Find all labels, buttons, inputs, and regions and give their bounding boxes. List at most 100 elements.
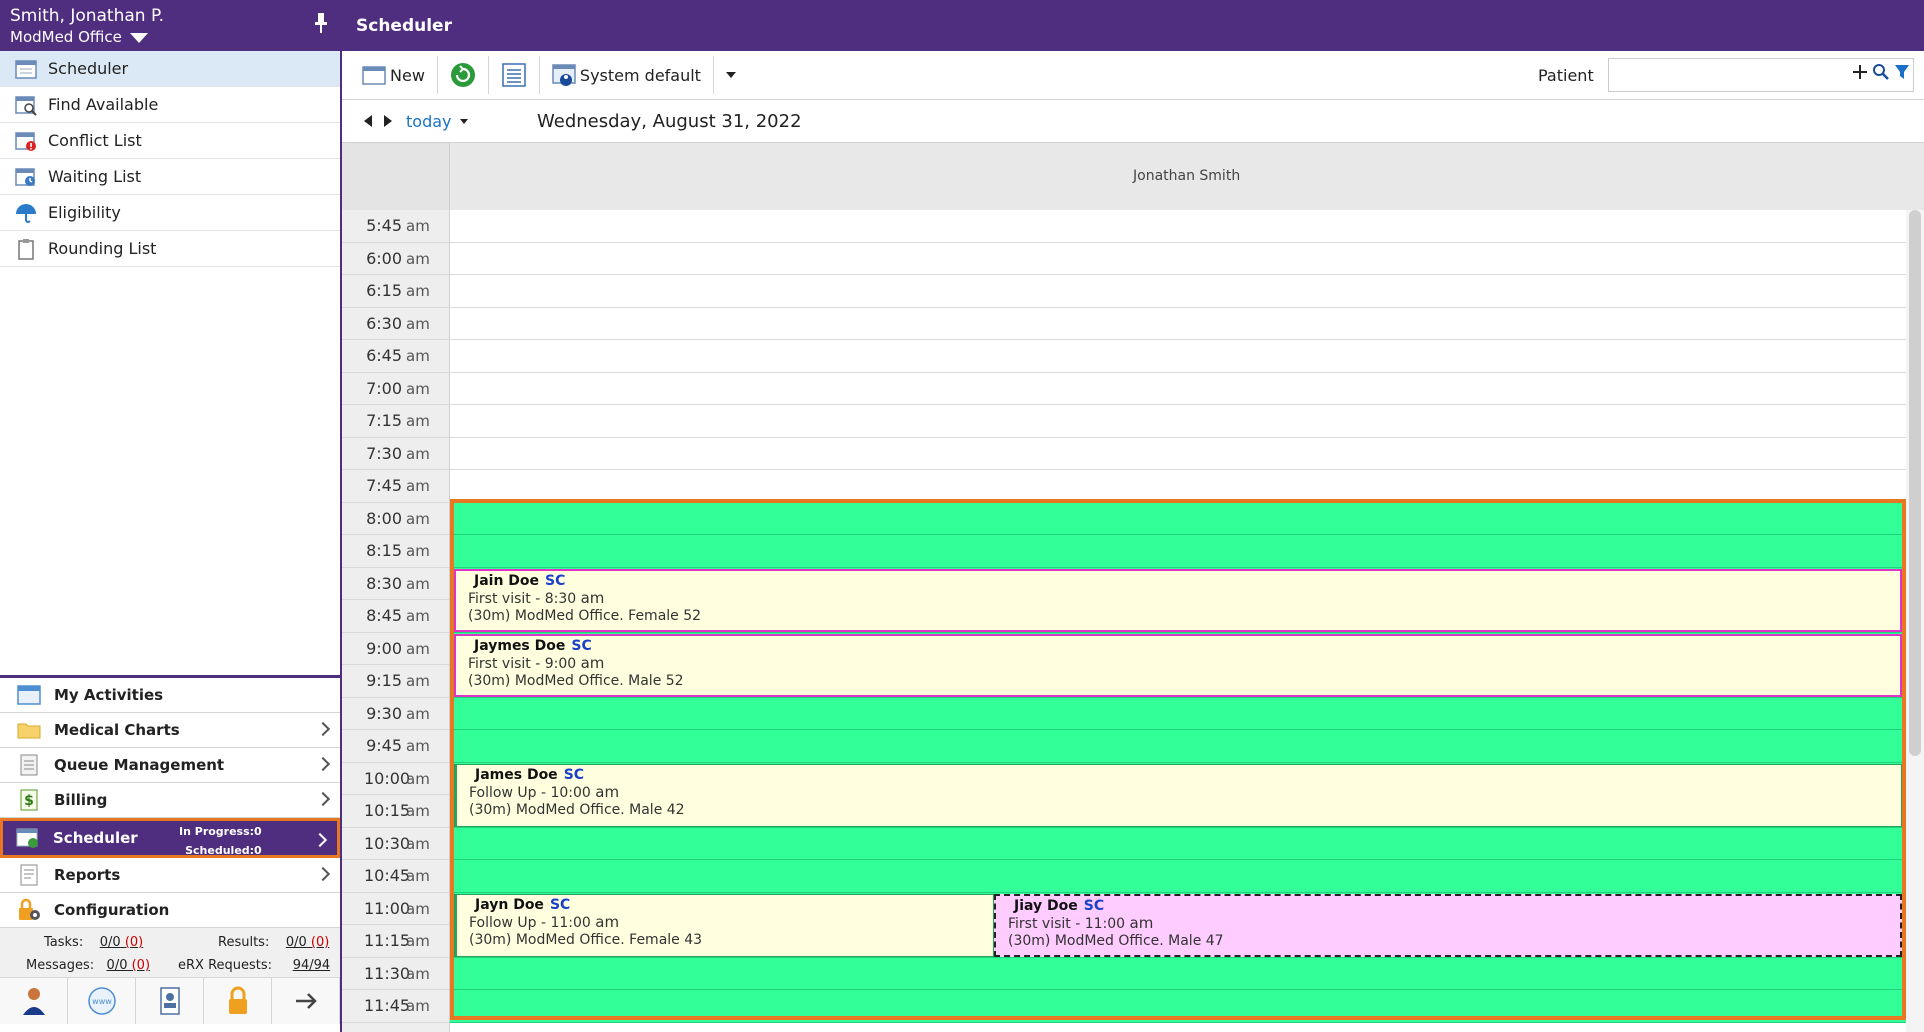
appointment-detail: (30m) ModMed Office. Male 47 [1008, 932, 1224, 949]
schedule-grid[interactable]: Jain Doe SC First visit - 8:30 am (30m) Mod… [450, 210, 1906, 1032]
available-time-slot[interactable] [450, 697, 1906, 730]
refresh-button[interactable] [442, 56, 484, 94]
chevron-right-icon[interactable] [312, 832, 328, 848]
module-billing[interactable]: $ Billing [0, 783, 340, 818]
lock-icon [228, 986, 247, 1014]
available-time-slot[interactable] [450, 860, 1906, 893]
time-slot-label: 6:00 am [342, 243, 449, 275]
time-slot[interactable] [450, 437, 1906, 470]
new-calendar-icon [362, 66, 386, 85]
messages-link[interactable]: 0/0 (0) [107, 958, 150, 973]
today-button[interactable]: today [406, 112, 452, 131]
appointment-visit: Follow Up - 10:00 am [469, 782, 620, 801]
view-dropdown-button[interactable] [718, 56, 744, 94]
time-slot[interactable] [450, 372, 1906, 405]
scheduler-icon [16, 828, 38, 848]
time-slot-label: 10:15am [342, 795, 449, 828]
search-icon[interactable] [1872, 63, 1890, 81]
module-reports[interactable]: Reports [0, 858, 340, 893]
time-slot-label: 10:45am [342, 860, 449, 893]
time-slot[interactable] [450, 275, 1906, 308]
web-button[interactable]: www [68, 978, 136, 1024]
module-label: Queue Management [54, 756, 225, 774]
time-slot-label: 7:45 am [342, 470, 449, 503]
today-dropdown-icon[interactable] [459, 118, 468, 124]
provider-column-header[interactable]: Jonathan Smith [1133, 168, 1240, 184]
view-selector[interactable]: System default [544, 56, 709, 94]
nav-item-label: Eligibility [48, 203, 121, 222]
appointment-card[interactable]: Jayn Doe SC Follow Up - 11:00 am (30m) ModM… [454, 893, 994, 957]
time-slot[interactable] [450, 340, 1906, 373]
current-date: Wednesday, August 31, 2022 [537, 111, 802, 132]
available-time-slot[interactable] [450, 502, 1906, 535]
available-time-slot[interactable] [450, 827, 1906, 860]
nav-item-rounding-list[interactable]: Rounding List [0, 231, 340, 267]
time-slot-label: 8:15 am [342, 535, 449, 568]
calendar-header: Jonathan Smith [342, 142, 1924, 211]
globe-icon: www [87, 987, 116, 1015]
refresh-icon [450, 63, 475, 87]
erx-link[interactable]: 94/94 [293, 958, 330, 973]
module-panel: My Activities Medical Charts Queue Manag… [0, 675, 340, 1024]
module-queue-management[interactable]: Queue Management [0, 748, 340, 783]
add-icon[interactable] [1852, 64, 1868, 80]
main-area: Scheduler New System default Patient tod… [342, 0, 1924, 1032]
reports-icon [20, 864, 38, 886]
time-slot[interactable] [450, 405, 1906, 438]
list-view-button[interactable] [493, 56, 535, 94]
chevron-down-icon[interactable] [129, 32, 148, 43]
results-link[interactable]: 0/0 (0) [286, 935, 329, 950]
nav-item-waiting-list[interactable]: Waiting List [0, 159, 340, 195]
folder-icon [17, 723, 41, 739]
appointment-visit: Follow Up - 11:00 am [469, 912, 620, 931]
time-slot[interactable] [450, 242, 1906, 275]
available-time-slot[interactable] [450, 535, 1906, 568]
eligibility-icon [16, 203, 36, 223]
vertical-scrollbar[interactable] [1906, 210, 1924, 1032]
time-slot-label: 8:00 am [342, 503, 449, 535]
appointment-visit: First visit - 8:30 am [468, 588, 605, 607]
time-slot[interactable] [450, 210, 1906, 243]
scrollbar-thumb[interactable] [1909, 210, 1921, 756]
find-available-icon [15, 95, 37, 116]
nav-item-conflict-list[interactable]: Conflict List [0, 123, 340, 159]
filter-icon[interactable] [1894, 63, 1910, 81]
contacts-button[interactable] [136, 978, 204, 1024]
chevron-right-icon[interactable] [315, 866, 331, 882]
appointment-card[interactable]: Jaymes Doe SC First visit - 9:00 am (30m) M… [454, 633, 1902, 697]
office-selector[interactable]: ModMed Office [10, 27, 122, 47]
nav-item-find-available[interactable]: Find Available [0, 87, 340, 123]
time-slot[interactable] [450, 470, 1906, 503]
nav-item-eligibility[interactable]: Eligibility [0, 195, 340, 231]
messages-stat: Messages: 0/0 (0) [26, 958, 151, 973]
module-scheduler[interactable]: Scheduler In Progress:0 Scheduled:0 [0, 818, 340, 858]
appointment-card[interactable]: Jain Doe SC First visit - 8:30 am (30m) Mod… [454, 568, 1902, 632]
time-slot[interactable] [450, 307, 1906, 340]
appointment-detail: (30m) ModMed Office. Male 42 [469, 801, 685, 818]
available-time-slot[interactable] [450, 730, 1906, 763]
new-appointment-button[interactable]: New [354, 56, 433, 94]
time-slot-label: 9:30 am [342, 698, 449, 730]
module-label: Scheduler [53, 829, 138, 847]
lock-button[interactable] [204, 978, 272, 1024]
next-day-icon[interactable] [384, 115, 392, 127]
chevron-right-icon[interactable] [315, 791, 331, 807]
chevron-right-icon[interactable] [315, 721, 331, 737]
conflict-list-icon [15, 131, 36, 151]
available-time-slot[interactable] [450, 990, 1906, 1023]
appointment-card[interactable]: Jiay Doe SC First visit - 11:00 am (30m) Mo… [994, 893, 1902, 957]
user-profile-button[interactable] [0, 978, 68, 1024]
module-my-activities[interactable]: My Activities [0, 678, 340, 713]
previous-day-icon[interactable] [364, 115, 372, 127]
appointment-card[interactable]: James Doe SC Follow Up - 10:00 am (30m) Mod… [454, 763, 1902, 827]
pin-icon[interactable] [314, 12, 328, 34]
logout-button[interactable] [272, 978, 340, 1024]
available-time-slot[interactable] [450, 957, 1906, 990]
tasks-link[interactable]: 0/0 (0) [100, 935, 143, 950]
dollar-icon: $ [20, 789, 38, 811]
user-header[interactable]: Smith, Jonathan P. ModMed Office [0, 0, 340, 51]
module-configuration[interactable]: Configuration [0, 893, 340, 928]
chevron-right-icon[interactable] [315, 756, 331, 772]
module-medical-charts[interactable]: Medical Charts [0, 713, 340, 748]
nav-item-scheduler[interactable]: Scheduler [0, 51, 340, 87]
